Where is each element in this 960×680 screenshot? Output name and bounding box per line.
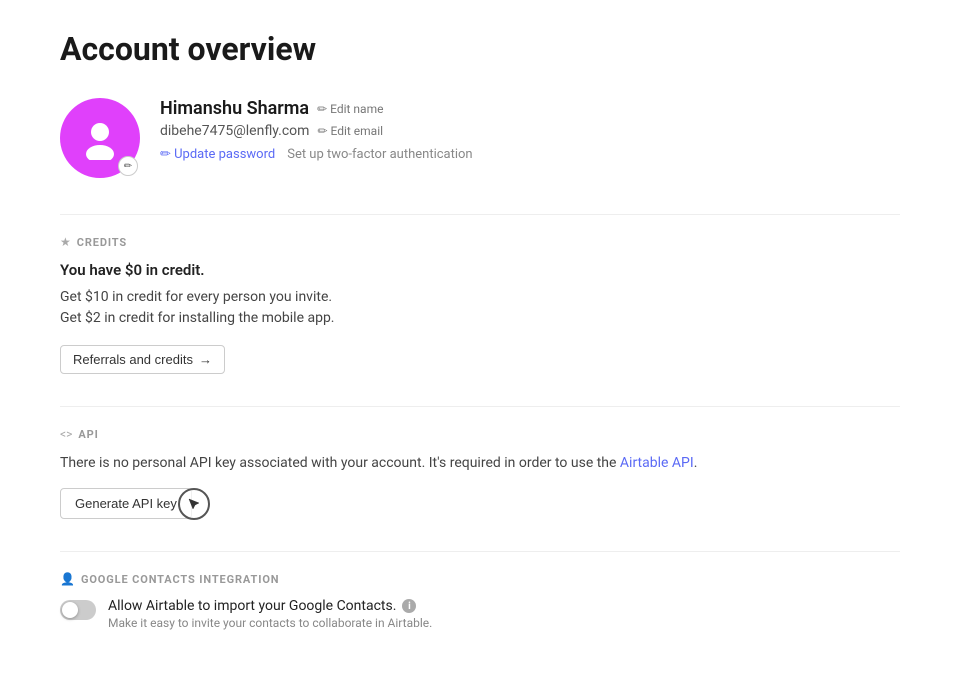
api-description-after: . xyxy=(694,455,698,471)
integration-sub-label: Make it easy to invite your contacts to … xyxy=(108,616,432,630)
google-contacts-toggle[interactable] xyxy=(60,600,96,620)
divider-2 xyxy=(60,406,900,407)
credits-section-title: CREDITS xyxy=(77,236,127,249)
referrals-button[interactable]: Referrals and credits → xyxy=(60,345,225,374)
edit-name-link[interactable]: ✏ Edit name xyxy=(317,102,383,116)
api-section-title: API xyxy=(78,428,98,441)
integration-label-row: Allow Airtable to import your Google Con… xyxy=(108,598,432,614)
generate-api-key-label: Generate API key xyxy=(75,496,177,511)
contacts-icon: 👤 xyxy=(60,572,75,586)
credits-balance: You have $0 in credit. xyxy=(60,261,900,279)
api-section-header: <> API xyxy=(60,427,900,441)
google-section-title: GOOGLE CONTACTS INTEGRATION xyxy=(81,573,279,586)
google-section-header: 👤 GOOGLE CONTACTS INTEGRATION xyxy=(60,572,900,586)
integration-text-group: Allow Airtable to import your Google Con… xyxy=(108,598,432,630)
google-contacts-section: 👤 GOOGLE CONTACTS INTEGRATION Allow Airt… xyxy=(60,572,900,630)
avatar-edit-button[interactable]: ✏ xyxy=(118,156,138,176)
profile-name: Himanshu Sharma xyxy=(160,98,309,119)
api-description-before: There is no personal API key associated … xyxy=(60,455,620,471)
google-integration-row: Allow Airtable to import your Google Con… xyxy=(60,598,900,630)
credits-section: ★ CREDITS You have $0 in credit. Get $10… xyxy=(60,235,900,374)
referrals-arrow-icon: → xyxy=(199,352,212,367)
two-factor-link[interactable]: Set up two-factor authentication xyxy=(287,147,472,162)
star-icon: ★ xyxy=(60,235,71,249)
credits-invite-info: Get $10 in credit for every person you i… xyxy=(60,289,900,305)
profile-name-row: Himanshu Sharma ✏ Edit name xyxy=(160,98,473,119)
credits-section-header: ★ CREDITS xyxy=(60,235,900,249)
divider-3 xyxy=(60,551,900,552)
profile-actions: ✏ Update password Set up two-factor auth… xyxy=(160,147,473,162)
api-description: There is no personal API key associated … xyxy=(60,453,900,474)
profile-email: dibehe7475@lenfly.com xyxy=(160,123,309,139)
api-section: <> API There is no personal API key asso… xyxy=(60,427,900,519)
update-password-link[interactable]: ✏ Update password xyxy=(160,147,275,162)
edit-email-link[interactable]: ✏ Edit email xyxy=(317,124,383,138)
code-icon: <> xyxy=(60,427,72,441)
credits-app-info: Get $2 in credit for installing the mobi… xyxy=(60,310,900,326)
divider-1 xyxy=(60,214,900,215)
page-title: Account overview xyxy=(60,30,900,68)
airtable-api-link[interactable]: Airtable API xyxy=(620,455,694,471)
profile-info: Himanshu Sharma ✏ Edit name dibehe7475@l… xyxy=(160,98,473,162)
integration-label: Allow Airtable to import your Google Con… xyxy=(108,598,396,614)
avatar-container: ✏ xyxy=(60,98,140,178)
referrals-button-label: Referrals and credits xyxy=(73,352,193,367)
generate-api-key-button[interactable]: Generate API key xyxy=(60,488,192,519)
profile-section: ✏ Himanshu Sharma ✏ Edit name dibehe7475… xyxy=(60,98,900,178)
toggle-thumb xyxy=(62,602,78,618)
profile-email-row: dibehe7475@lenfly.com ✏ Edit email xyxy=(160,123,473,139)
info-icon[interactable]: i xyxy=(402,599,416,613)
person-icon xyxy=(78,116,122,160)
